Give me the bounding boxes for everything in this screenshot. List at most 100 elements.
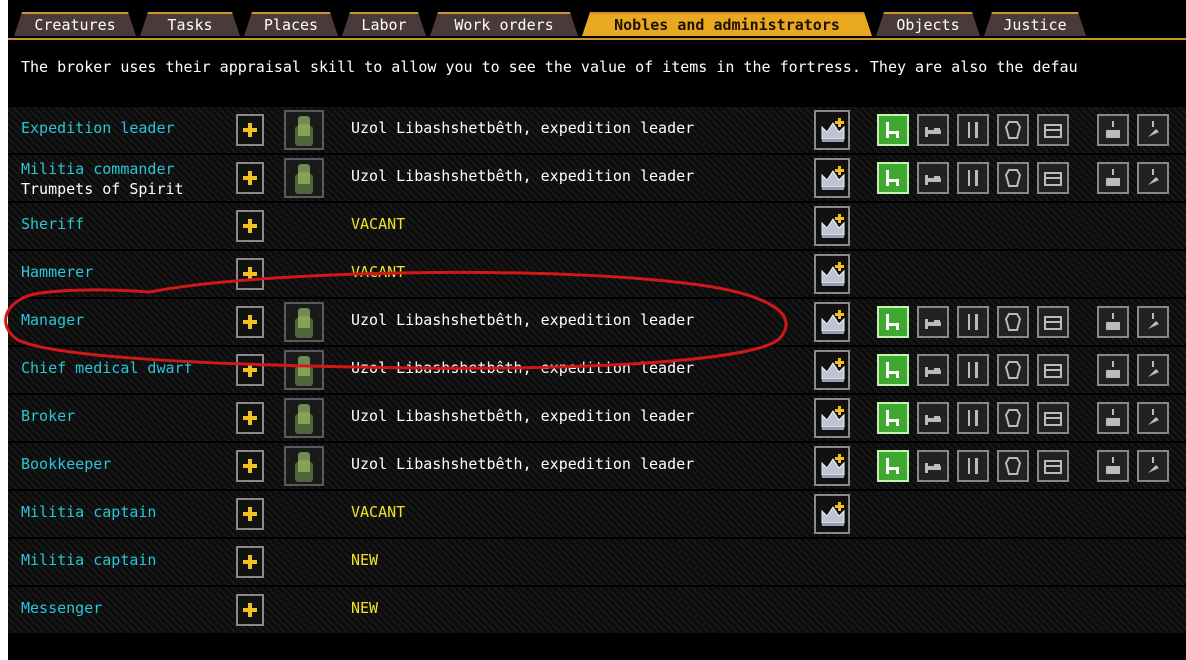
position-row[interactable]: Messenger NEW [8, 587, 1186, 635]
tomb-icon[interactable] [997, 114, 1029, 146]
dwarf-portrait-icon[interactable] [284, 302, 324, 342]
hammer-alert-icon[interactable] [1137, 354, 1169, 386]
tab-places[interactable]: Places [244, 12, 338, 36]
crown-plus-icon[interactable] [814, 254, 850, 294]
position-row[interactable]: Militia captain VACANT [8, 491, 1186, 539]
chest-icon[interactable] [1037, 114, 1069, 146]
plus-icon[interactable] [236, 306, 264, 338]
chair-icon[interactable] [877, 354, 909, 386]
assigned-unit-name[interactable]: Uzol Libashshetbêth, expedition leader [351, 119, 694, 137]
dwarf-portrait-icon[interactable] [284, 398, 324, 438]
plus-icon[interactable] [236, 594, 264, 626]
tomb-icon[interactable] [997, 306, 1029, 338]
chair-icon[interactable] [877, 402, 909, 434]
dining-utensils-icon[interactable] [957, 162, 989, 194]
hammer-alert-icon[interactable] [1137, 402, 1169, 434]
dining-utensils-icon[interactable] [957, 306, 989, 338]
crown-plus-icon[interactable] [814, 446, 850, 486]
position-row[interactable]: Hammerer VACANT [8, 251, 1186, 299]
tomb-icon[interactable] [997, 450, 1029, 482]
dwarf-portrait-icon[interactable] [284, 110, 324, 150]
box-alert-icon[interactable] [1097, 306, 1129, 338]
chair-icon[interactable] [877, 114, 909, 146]
position-title: Chief medical dwarf [21, 359, 193, 377]
plus-icon[interactable] [236, 402, 264, 434]
crown-plus-icon[interactable] [814, 302, 850, 342]
box-alert-icon[interactable] [1097, 114, 1129, 146]
box-alert-icon[interactable] [1097, 402, 1129, 434]
chest-icon[interactable] [1037, 450, 1069, 482]
dining-utensils-icon[interactable] [957, 450, 989, 482]
crown-plus-icon[interactable] [814, 158, 850, 198]
position-row[interactable]: Militia commander Trumpets of Spirit Uzol … [8, 155, 1186, 203]
tab-label: Places [263, 16, 319, 34]
plus-icon[interactable] [236, 162, 264, 194]
position-row[interactable]: Militia captain NEW [8, 539, 1186, 587]
dining-utensils-icon[interactable] [957, 354, 989, 386]
assigned-unit-name[interactable]: Uzol Libashshetbêth, expedition leader [351, 311, 694, 329]
tab-objects[interactable]: Objects [876, 12, 980, 36]
hammer-alert-icon[interactable] [1137, 114, 1169, 146]
bed-icon[interactable] [917, 354, 949, 386]
hammer-alert-icon[interactable] [1137, 450, 1169, 482]
assigned-unit-name[interactable]: Uzol Libashshetbêth, expedition leader [351, 407, 694, 425]
tab-label: Creatures [34, 16, 116, 34]
bed-icon[interactable] [917, 306, 949, 338]
plus-icon[interactable] [236, 258, 264, 290]
chair-icon[interactable] [877, 162, 909, 194]
tab-nobles-and-administrators[interactable]: Nobles and administrators [582, 12, 872, 36]
tab-creatures[interactable]: Creatures [14, 12, 136, 36]
vacancy-status: NEW [351, 551, 379, 569]
tab-labor[interactable]: Labor [342, 12, 426, 36]
dwarf-portrait-icon[interactable] [284, 158, 324, 198]
plus-icon[interactable] [236, 210, 264, 242]
tomb-icon[interactable] [997, 402, 1029, 434]
bed-icon[interactable] [917, 114, 949, 146]
position-row[interactable]: Expedition leader Uzol Libashshetbêth, ex… [8, 107, 1186, 155]
bed-icon[interactable] [917, 402, 949, 434]
plus-icon[interactable] [236, 450, 264, 482]
position-row[interactable]: Manager Uzol Libashshetbêth, expedition l… [8, 299, 1186, 347]
position-row[interactable]: Chief medical dwarf Uzol Libashshetbêth, … [8, 347, 1186, 395]
tab-work-orders[interactable]: Work orders [430, 12, 578, 36]
bed-icon[interactable] [917, 450, 949, 482]
hammer-alert-icon[interactable] [1137, 162, 1169, 194]
tab-tasks[interactable]: Tasks [140, 12, 240, 36]
dwarf-portrait-icon[interactable] [284, 350, 324, 390]
position-title: Hammerer [21, 263, 94, 281]
tomb-icon[interactable] [997, 354, 1029, 386]
chest-icon[interactable] [1037, 306, 1069, 338]
crown-plus-icon[interactable] [814, 398, 850, 438]
chest-icon[interactable] [1037, 402, 1069, 434]
plus-icon[interactable] [236, 546, 264, 578]
crown-plus-icon[interactable] [814, 110, 850, 150]
tomb-icon[interactable] [997, 162, 1029, 194]
hammer-alert-icon[interactable] [1137, 306, 1169, 338]
crown-plus-icon[interactable] [814, 494, 850, 534]
chair-icon[interactable] [877, 306, 909, 338]
dining-utensils-icon[interactable] [957, 402, 989, 434]
dwarf-portrait-icon[interactable] [284, 446, 324, 486]
box-alert-icon[interactable] [1097, 450, 1129, 482]
plus-icon[interactable] [236, 114, 264, 146]
assigned-unit-name[interactable]: Uzol Libashshetbêth, expedition leader [351, 359, 694, 377]
box-alert-icon[interactable] [1097, 162, 1129, 194]
tab-justice[interactable]: Justice [984, 12, 1086, 36]
position-row[interactable]: Sheriff VACANT [8, 203, 1186, 251]
assigned-unit-name[interactable]: Uzol Libashshetbêth, expedition leader [351, 455, 694, 473]
plus-icon[interactable] [236, 498, 264, 530]
position-row[interactable]: Bookkeeper Uzol Libashshetbêth, expeditio… [8, 443, 1186, 491]
crown-plus-icon[interactable] [814, 206, 850, 246]
squad-name: Trumpets of Spirit [21, 180, 184, 198]
assigned-unit-name[interactable]: Uzol Libashshetbêth, expedition leader [351, 167, 694, 185]
chest-icon[interactable] [1037, 162, 1069, 194]
chest-icon[interactable] [1037, 354, 1069, 386]
chair-icon[interactable] [877, 450, 909, 482]
position-row[interactable]: Broker Uzol Libashshetbêth, expedition le… [8, 395, 1186, 443]
crown-plus-icon[interactable] [814, 350, 850, 390]
box-alert-icon[interactable] [1097, 354, 1129, 386]
dining-utensils-icon[interactable] [957, 114, 989, 146]
position-title: Militia captain [21, 551, 157, 569]
plus-icon[interactable] [236, 354, 264, 386]
bed-icon[interactable] [917, 162, 949, 194]
